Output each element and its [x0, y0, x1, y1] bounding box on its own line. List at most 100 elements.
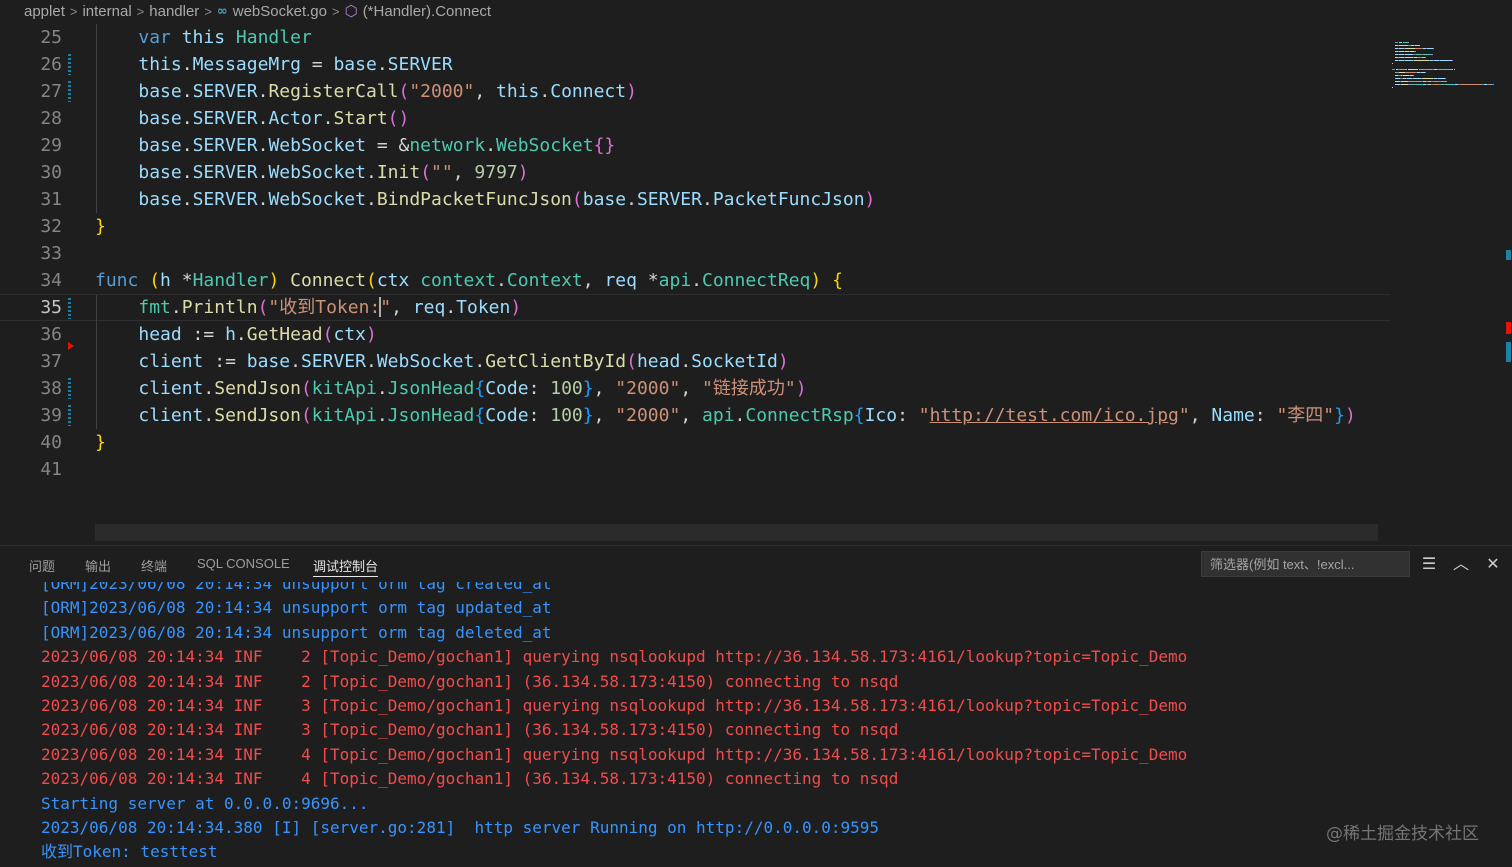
code-line[interactable]: 31 base.SERVER.WebSocket.BindPacketFuncJ… — [0, 186, 1390, 213]
close-icon[interactable]: ✕ — [1482, 553, 1504, 575]
code-token: . — [203, 405, 215, 426]
modified-line-marker[interactable] — [68, 378, 71, 399]
panel-tabs: 问题 输出 终端 SQL CONSOLE 调试控制台 — [0, 546, 1200, 582]
code-token: . — [257, 81, 269, 102]
breadcrumb-item-file[interactable]: webSocket.go — [233, 3, 327, 20]
code-token: ctx — [333, 324, 366, 345]
code-token: SERVER — [192, 189, 258, 210]
modified-line-marker[interactable] — [68, 54, 71, 75]
console-filter-input[interactable] — [1201, 551, 1410, 577]
modified-line-marker[interactable] — [68, 81, 71, 102]
minimap-line — [1392, 69, 1395, 70]
code-text: base.SERVER.WebSocket.BindPacketFuncJson… — [95, 186, 875, 213]
code-token: BindPacketFuncJson — [376, 189, 572, 210]
line-number: 25 — [40, 27, 62, 48]
code-token: . — [365, 162, 377, 183]
code-token: . — [701, 189, 713, 210]
code-token: WebSocket — [376, 351, 475, 372]
code-token: . — [539, 81, 551, 102]
breadcrumb-item-internal[interactable]: internal — [82, 3, 131, 20]
minimap-line — [1406, 69, 1407, 70]
code-token: Connect — [550, 81, 627, 102]
console-line: 2023/06/08 20:14:34 INF 2 [Topic_Demo/go… — [41, 647, 1188, 667]
minimap-line — [1413, 78, 1421, 79]
method-cube-icon: ⬡ — [344, 3, 358, 20]
code-token: SERVER — [192, 135, 258, 156]
breadcrumb-item-symbol[interactable]: (*Handler).Connect — [363, 3, 491, 20]
debug-console-output[interactable]: [ORM]2023/06/08 20:14:34 unsupport orm t… — [0, 582, 1512, 867]
breadcrumb-item-applet[interactable]: applet — [24, 3, 65, 20]
code-token: req — [604, 270, 637, 291]
code-token: var — [138, 27, 171, 48]
code-token: SendJson — [214, 378, 301, 399]
code-token: SERVER — [192, 108, 258, 129]
code-token: GetHead — [246, 324, 323, 345]
code-token: "链接成功" — [702, 378, 796, 399]
code-link[interactable]: http://test.com/ico.jpg — [930, 405, 1179, 426]
code-token: : — [1254, 405, 1277, 426]
code-line[interactable]: 26 this.MessageMrg = base.SERVER — [0, 51, 1390, 78]
modified-line-marker[interactable] — [68, 298, 71, 319]
line-number: 41 — [40, 459, 62, 480]
code-editor[interactable]: 25 var this Handler 26 this.MessageMrg = … — [0, 22, 1512, 545]
code-token: base — [582, 189, 627, 210]
modified-line-marker[interactable] — [68, 405, 71, 426]
code-token: 100 — [550, 405, 583, 426]
code-line[interactable]: 27 base.SERVER.RegisterCall("2000", this… — [0, 78, 1390, 105]
code-line[interactable]: 39 client.SendJson(kitApi.JsonHead{Code:… — [0, 402, 1390, 429]
code-token: kitApi — [311, 405, 377, 426]
code-token: ( — [420, 162, 432, 183]
breadcrumb-item-handler[interactable]: handler — [149, 3, 199, 20]
code-token: base — [138, 108, 182, 129]
code-token: " — [380, 297, 392, 318]
console-line: 2023/06/08 20:14:34.380 [I] [server.go:2… — [41, 818, 880, 837]
code-token: base — [138, 162, 182, 183]
tab-sql-console[interactable]: SQL CONSOLE — [197, 556, 290, 571]
code-token: Ico — [864, 405, 898, 426]
list-filter-icon[interactable]: ☰ — [1418, 553, 1440, 575]
code-line[interactable]: 41 — [0, 456, 1390, 483]
code-token: , — [452, 162, 475, 183]
code-text: fmt.Println("收到Token:", req.Token) — [95, 295, 521, 320]
code-line[interactable]: 38 client.SendJson(kitApi.JsonHead{Code:… — [0, 375, 1390, 402]
code-token: ( — [257, 297, 269, 318]
code-line[interactable]: 29 base.SERVER.WebSocket = &network.WebS… — [0, 132, 1390, 159]
code-line[interactable]: 25 var this Handler — [0, 24, 1390, 51]
tab-debug-console[interactable]: 调试控制台 — [313, 556, 379, 577]
code-token: SocketId — [691, 351, 778, 372]
watermark: @稀土掘金技术社区 — [1326, 824, 1479, 844]
code-token: . — [257, 135, 269, 156]
minimap-line — [1399, 42, 1402, 43]
code-text: head := h.GetHead(ctx) — [95, 321, 377, 348]
horizontal-scrollbar[interactable] — [95, 524, 1378, 541]
code-line[interactable]: 36 head := h.GetHead(ctx) — [0, 321, 1390, 350]
scrollbar-change-marker — [1506, 250, 1511, 260]
code-token: := — [203, 351, 247, 372]
code-token: { — [474, 405, 486, 426]
code-line[interactable]: 40} — [0, 429, 1390, 456]
tab-output[interactable]: 输出 — [85, 556, 111, 575]
code-line[interactable]: 32} — [0, 213, 1390, 240]
code-token: this — [138, 54, 182, 75]
code-token: ) — [626, 81, 637, 102]
code-line[interactable]: 37 client := base.SERVER.WebSocket.GetCl… — [0, 348, 1390, 375]
code-line[interactable]: 33 — [0, 240, 1390, 267]
tab-problems[interactable]: 问题 — [29, 556, 55, 575]
code-token: , — [593, 378, 616, 399]
code-line[interactable]: 30 base.SERVER.WebSocket.Init("", 9797) — [0, 159, 1390, 186]
code-line[interactable]: 34 func (h *Handler) Connect(ctx context.… — [0, 267, 1390, 294]
code-line[interactable]: 28 base.SERVER.Actor.Start() — [0, 105, 1390, 132]
vertical-scrollbar[interactable] — [1504, 22, 1512, 545]
minimap[interactable] — [1388, 22, 1506, 132]
code-token: ) — [365, 324, 377, 345]
code-token: . — [181, 54, 193, 75]
chevron-up-icon[interactable]: ︿ — [1450, 553, 1472, 575]
tab-terminal[interactable]: 终端 — [141, 556, 167, 575]
code-token: ( — [300, 405, 312, 426]
code-token: MessageMrg — [192, 54, 301, 75]
code-token: " — [918, 405, 930, 426]
code-line[interactable]: 35 fmt.Println("收到Token:", req.Token) — [0, 294, 1390, 322]
